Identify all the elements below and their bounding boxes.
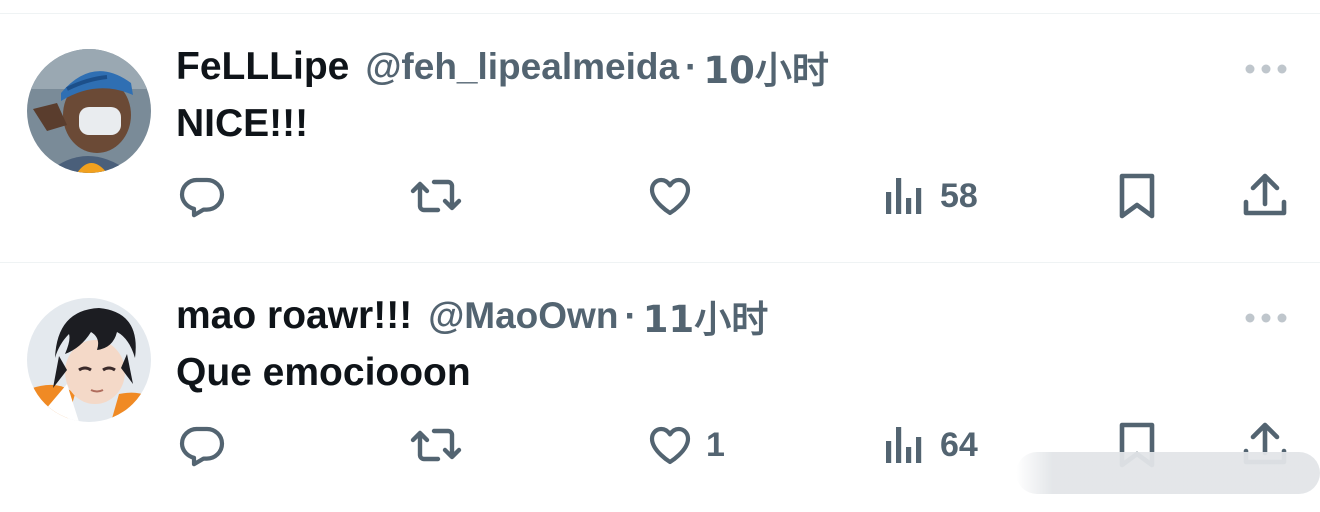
like-count: 1 bbox=[706, 425, 725, 464]
display-name[interactable]: mao roawr!!! bbox=[176, 294, 412, 338]
avatar[interactable] bbox=[27, 49, 151, 173]
overlay-pill bbox=[1016, 452, 1320, 494]
share-button[interactable] bbox=[1242, 172, 1288, 220]
reply-button[interactable] bbox=[178, 421, 226, 469]
more-icon[interactable] bbox=[1244, 60, 1288, 78]
bookmark-button[interactable] bbox=[1117, 172, 1157, 220]
tweet-text: NICE!!! bbox=[176, 102, 309, 145]
avatar-anime-character-icon bbox=[27, 298, 151, 422]
reply-icon bbox=[179, 177, 225, 218]
timestamp[interactable]: 10小时 bbox=[703, 40, 829, 94]
display-name[interactable]: FeLLLipe bbox=[176, 45, 349, 89]
views-button[interactable]: 64 bbox=[884, 421, 978, 469]
timestamp[interactable]: 11小时 bbox=[643, 289, 769, 343]
separator-dot: · bbox=[624, 295, 637, 336]
views-icon bbox=[886, 427, 922, 463]
like-button[interactable] bbox=[646, 172, 712, 220]
user-handle[interactable]: @MaoOwn bbox=[428, 295, 618, 337]
reply-icon bbox=[179, 426, 225, 467]
like-icon bbox=[649, 426, 691, 465]
views-icon bbox=[886, 178, 922, 214]
tweet-header: FeLLLipe @feh_lipealmeida · 10小时 bbox=[176, 42, 829, 92]
avatar[interactable] bbox=[27, 298, 151, 422]
reply-button[interactable] bbox=[178, 172, 226, 220]
user-handle[interactable]: @feh_lipealmeida bbox=[365, 46, 679, 88]
like-icon bbox=[649, 177, 691, 216]
tweet-1[interactable]: FeLLLipe @feh_lipealmeida · 10小时 NICE!!!… bbox=[0, 13, 1320, 263]
tweet-header: mao roawr!!! @MaoOwn · 11小时 bbox=[176, 291, 768, 341]
like-button[interactable]: 1 bbox=[646, 421, 725, 469]
avatar-masked-person-icon bbox=[27, 49, 151, 173]
retweet-button[interactable] bbox=[410, 172, 462, 220]
views-count: 58 bbox=[940, 176, 978, 215]
retweet-button[interactable] bbox=[410, 421, 462, 469]
retweet-icon bbox=[410, 179, 462, 213]
views-button[interactable]: 58 bbox=[884, 172, 978, 220]
separator-dot: · bbox=[685, 46, 698, 87]
more-icon[interactable] bbox=[1244, 309, 1288, 327]
bookmark-icon bbox=[1119, 173, 1155, 219]
share-icon bbox=[1243, 173, 1287, 216]
views-count: 64 bbox=[940, 425, 978, 464]
tweet-text: Que emociooon bbox=[176, 351, 471, 394]
retweet-icon bbox=[410, 428, 462, 462]
